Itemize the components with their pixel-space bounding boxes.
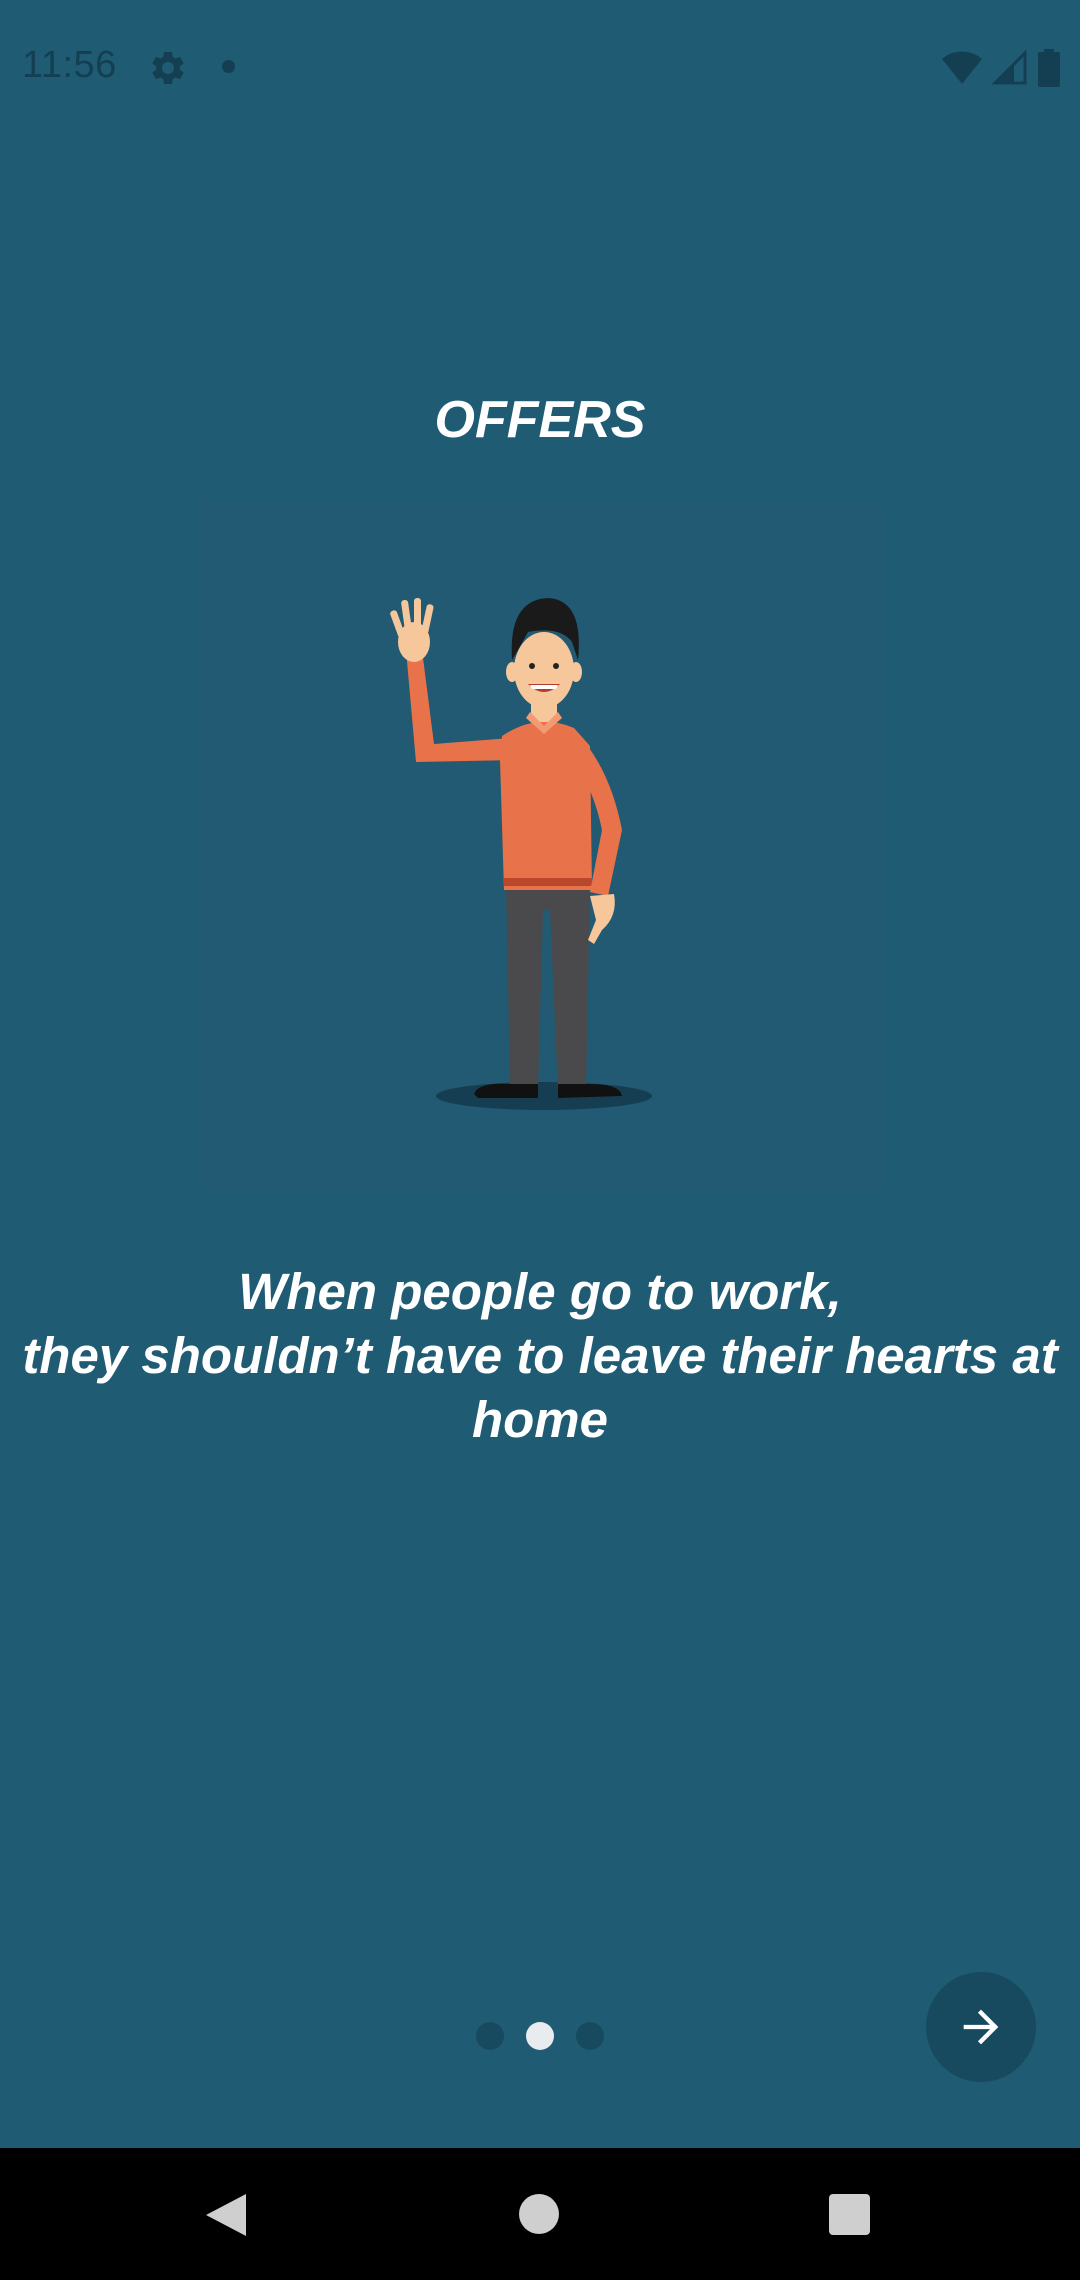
message-line-1: When people go to work, — [238, 1263, 842, 1320]
page-title: OFFERS — [434, 391, 646, 449]
message-line-2: they shouldn’t have to leave their heart… — [22, 1327, 1058, 1384]
back-icon[interactable] — [204, 2192, 248, 2238]
next-button[interactable] — [926, 1972, 1036, 2082]
onboarding-message: When people go to work, they shouldn’t h… — [20, 1260, 1060, 1452]
battery-icon — [1038, 49, 1060, 87]
onboarding-screen: 11:56 OFFERS When people go to work, the… — [0, 0, 1080, 2280]
page-indicator — [0, 2022, 1080, 2050]
status-bar: 11:56 — [0, 0, 1080, 136]
notification-dot-icon — [222, 60, 235, 73]
recents-icon[interactable] — [829, 2194, 870, 2235]
wifi-icon — [942, 51, 982, 84]
navigation-bar — [0, 2148, 1080, 2280]
page-dot-1[interactable] — [476, 2022, 504, 2050]
message-line-3: home — [471, 1391, 609, 1448]
status-time: 11:56 — [22, 44, 117, 86]
man-waving-illustration — [198, 500, 884, 1190]
status-icons — [942, 48, 1060, 88]
page-dot-2-active[interactable] — [526, 2022, 554, 2050]
home-icon[interactable] — [519, 2194, 559, 2234]
arrow-right-icon — [963, 2009, 999, 2045]
page-dot-3[interactable] — [576, 2022, 604, 2050]
gear-icon — [148, 48, 188, 88]
cellular-signal-icon — [992, 50, 1027, 85]
